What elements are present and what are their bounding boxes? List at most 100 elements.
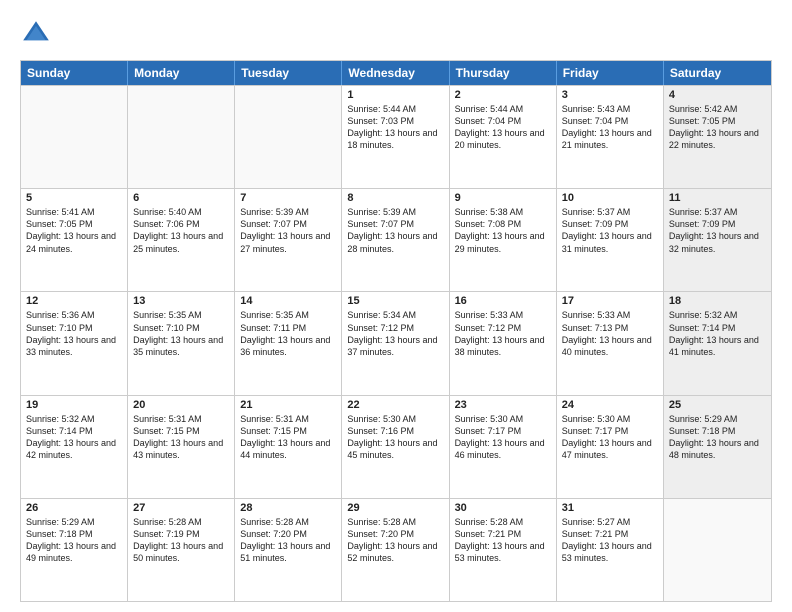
day-number: 20 (133, 399, 229, 411)
day-number: 29 (347, 502, 443, 514)
day-header-monday: Monday (128, 61, 235, 85)
day-number: 27 (133, 502, 229, 514)
cal-cell: 22Sunrise: 5:30 AMSunset: 7:16 PMDayligh… (342, 396, 449, 498)
day-header-tuesday: Tuesday (235, 61, 342, 85)
page: SundayMondayTuesdayWednesdayThursdayFrid… (0, 0, 792, 612)
cal-cell: 14 Sunrise: 5:35 AMSunset: 7:11 PMDayligh… (235, 292, 342, 394)
day-number: 16 (455, 295, 551, 307)
cell-text: Sunrise: 5:43 AMSunset: 7:04 PMDaylight:… (562, 103, 658, 152)
day-number: 12 (26, 295, 122, 307)
cell-text: Sunrise: 5:35 AMSunset: 7:10 PMDaylight:… (133, 309, 229, 358)
day-number: 19 (26, 399, 122, 411)
cal-cell: 27 Sunrise: 5:28 AMSunset: 7:19 PMDayligh… (128, 499, 235, 601)
day-number: 22 (347, 399, 443, 411)
cell-text: Sunrise: 5:30 AMSunset: 7:17 PMDaylight:… (455, 413, 551, 462)
cell-text: Sunrise: 5:28 AMSunset: 7:19 PMDaylight:… (133, 516, 229, 565)
week-row-2: 5 Sunrise: 5:41 AMSunset: 7:05 PMDaylight… (21, 188, 771, 291)
day-number: 25 (669, 399, 766, 411)
cell-text: Sunrise: 5:34 AMSunset: 7:12 PMDaylight:… (347, 309, 443, 358)
cal-cell (664, 499, 771, 601)
cal-cell: 25 Sunrise: 5:29 AMSunset: 7:18 PMDayligh… (664, 396, 771, 498)
cal-cell: 17 Sunrise: 5:33 AMSunset: 7:13 PMDayligh… (557, 292, 664, 394)
cell-text: Sunrise: 5:29 AMSunset: 7:18 PMDaylight:… (669, 413, 766, 462)
cal-cell: 3 Sunrise: 5:43 AMSunset: 7:04 PMDaylight… (557, 86, 664, 188)
cell-text: Sunrise: 5:39 AMSunset: 7:07 PMDaylight:… (240, 206, 336, 255)
day-number: 4 (669, 89, 766, 101)
cell-text: Sunrise: 5:37 AMSunset: 7:09 PMDaylight:… (669, 206, 766, 255)
cal-cell: 10 Sunrise: 5:37 AMSunset: 7:09 PMDayligh… (557, 189, 664, 291)
cal-cell: 31Sunrise: 5:27 AMSunset: 7:21 PMDayligh… (557, 499, 664, 601)
cell-text: Sunrise: 5:32 AMSunset: 7:14 PMDaylight:… (669, 309, 766, 358)
logo (20, 18, 56, 50)
day-number: 6 (133, 192, 229, 204)
logo-icon (20, 18, 52, 50)
cal-cell: 26Sunrise: 5:29 AMSunset: 7:18 PMDayligh… (21, 499, 128, 601)
cal-cell: 23 Sunrise: 5:30 AMSunset: 7:17 PMDayligh… (450, 396, 557, 498)
cell-text: Sunrise: 5:37 AMSunset: 7:09 PMDaylight:… (562, 206, 658, 255)
cell-text: Sunrise: 5:38 AMSunset: 7:08 PMDaylight:… (455, 206, 551, 255)
day-number: 5 (26, 192, 122, 204)
day-number: 10 (562, 192, 658, 204)
day-number: 18 (669, 295, 766, 307)
cell-text: Sunrise: 5:44 AMSunset: 7:04 PMDaylight:… (455, 103, 551, 152)
day-number: 8 (347, 192, 443, 204)
day-header-sunday: Sunday (21, 61, 128, 85)
cal-cell: 2 Sunrise: 5:44 AMSunset: 7:04 PMDaylight… (450, 86, 557, 188)
cal-cell: 16 Sunrise: 5:33 AMSunset: 7:12 PMDayligh… (450, 292, 557, 394)
week-row-4: 19 Sunrise: 5:32 AMSunset: 7:14 PMDayligh… (21, 395, 771, 498)
day-number: 24 (562, 399, 658, 411)
day-number: 9 (455, 192, 551, 204)
week-row-5: 26Sunrise: 5:29 AMSunset: 7:18 PMDayligh… (21, 498, 771, 601)
cell-text: Sunrise: 5:28 AMSunset: 7:20 PMDaylight:… (240, 516, 336, 565)
cell-text: Sunrise: 5:28 AMSunset: 7:21 PMDaylight:… (455, 516, 551, 565)
day-number: 2 (455, 89, 551, 101)
week-row-1: 1 Sunrise: 5:44 AMSunset: 7:03 PMDaylight… (21, 85, 771, 188)
cal-cell: 13Sunrise: 5:35 AMSunset: 7:10 PMDayligh… (128, 292, 235, 394)
cal-cell: 4 Sunrise: 5:42 AMSunset: 7:05 PMDaylight… (664, 86, 771, 188)
day-number: 31 (562, 502, 658, 514)
cal-cell: 15 Sunrise: 5:34 AMSunset: 7:12 PMDayligh… (342, 292, 449, 394)
cell-text: Sunrise: 5:35 AMSunset: 7:11 PMDaylight:… (240, 309, 336, 358)
day-number: 3 (562, 89, 658, 101)
cell-text: Sunrise: 5:42 AMSunset: 7:05 PMDaylight:… (669, 103, 766, 152)
day-number: 14 (240, 295, 336, 307)
calendar-body: 1 Sunrise: 5:44 AMSunset: 7:03 PMDaylight… (21, 85, 771, 601)
cell-text: Sunrise: 5:44 AMSunset: 7:03 PMDaylight:… (347, 103, 443, 152)
day-number: 21 (240, 399, 336, 411)
cal-cell: 5 Sunrise: 5:41 AMSunset: 7:05 PMDaylight… (21, 189, 128, 291)
header (20, 18, 772, 50)
day-number: 28 (240, 502, 336, 514)
cal-cell: 12 Sunrise: 5:36 AMSunset: 7:10 PMDayligh… (21, 292, 128, 394)
cell-text: Sunrise: 5:33 AMSunset: 7:13 PMDaylight:… (562, 309, 658, 358)
cell-text: Sunrise: 5:33 AMSunset: 7:12 PMDaylight:… (455, 309, 551, 358)
day-number: 23 (455, 399, 551, 411)
cal-cell: 28 Sunrise: 5:28 AMSunset: 7:20 PMDayligh… (235, 499, 342, 601)
day-number: 17 (562, 295, 658, 307)
day-header-thursday: Thursday (450, 61, 557, 85)
calendar-header: SundayMondayTuesdayWednesdayThursdayFrid… (21, 61, 771, 85)
week-row-3: 12 Sunrise: 5:36 AMSunset: 7:10 PMDayligh… (21, 291, 771, 394)
cell-text: Sunrise: 5:39 AMSunset: 7:07 PMDaylight:… (347, 206, 443, 255)
day-header-wednesday: Wednesday (342, 61, 449, 85)
cell-text: Sunrise: 5:32 AMSunset: 7:14 PMDaylight:… (26, 413, 122, 462)
cal-cell: 7Sunrise: 5:39 AMSunset: 7:07 PMDaylight… (235, 189, 342, 291)
day-header-saturday: Saturday (664, 61, 771, 85)
day-number: 15 (347, 295, 443, 307)
cal-cell (235, 86, 342, 188)
calendar: SundayMondayTuesdayWednesdayThursdayFrid… (20, 60, 772, 602)
cell-text: Sunrise: 5:41 AMSunset: 7:05 PMDaylight:… (26, 206, 122, 255)
cal-cell: 21 Sunrise: 5:31 AMSunset: 7:15 PMDayligh… (235, 396, 342, 498)
cal-cell (128, 86, 235, 188)
cal-cell: 29Sunrise: 5:28 AMSunset: 7:20 PMDayligh… (342, 499, 449, 601)
day-number: 11 (669, 192, 766, 204)
day-number: 1 (347, 89, 443, 101)
cal-cell: 30Sunrise: 5:28 AMSunset: 7:21 PMDayligh… (450, 499, 557, 601)
cell-text: Sunrise: 5:30 AMSunset: 7:17 PMDaylight:… (562, 413, 658, 462)
cal-cell: 11 Sunrise: 5:37 AMSunset: 7:09 PMDayligh… (664, 189, 771, 291)
cell-text: Sunrise: 5:31 AMSunset: 7:15 PMDaylight:… (240, 413, 336, 462)
cell-text: Sunrise: 5:29 AMSunset: 7:18 PMDaylight:… (26, 516, 122, 565)
cal-cell: 6Sunrise: 5:40 AMSunset: 7:06 PMDaylight… (128, 189, 235, 291)
cell-text: Sunrise: 5:36 AMSunset: 7:10 PMDaylight:… (26, 309, 122, 358)
cal-cell (21, 86, 128, 188)
cell-text: Sunrise: 5:31 AMSunset: 7:15 PMDaylight:… (133, 413, 229, 462)
